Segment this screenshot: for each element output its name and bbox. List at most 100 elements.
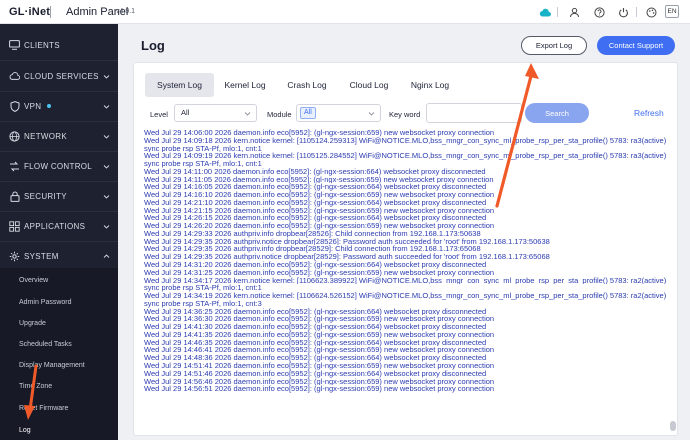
chevron-down-icon bbox=[368, 112, 375, 116]
submenu-item-admin-password[interactable]: Admin Password bbox=[19, 299, 72, 306]
scroll-thumb[interactable] bbox=[670, 421, 676, 431]
log-line: Wed Jul 29 14:16:05 2026 daemon.info eco… bbox=[144, 183, 487, 192]
module-tag: All bbox=[300, 107, 316, 119]
log-line: sync probe rsp STA-Pf, mlo:1, cnt:3 bbox=[144, 299, 262, 308]
log-line: Wed Jul 29 14:56:51 2026 daemon.info eco… bbox=[144, 385, 495, 394]
keyword-label: Key word bbox=[389, 110, 421, 119]
submenu-item-log[interactable]: Log bbox=[19, 427, 31, 434]
log-scrollbar[interactable] bbox=[670, 125, 676, 431]
log-line: Wed Jul 29 14:29:35 2026 authpriv.info d… bbox=[144, 245, 481, 254]
log-line: Wed Jul 29 14:48:36 2026 daemon.info eco… bbox=[144, 354, 487, 362]
chevron-down-icon bbox=[103, 74, 110, 79]
power-icon[interactable] bbox=[617, 6, 629, 18]
network-icon bbox=[9, 130, 20, 142]
log-content: Wed Jul 29 14:06:00 2026 daemon.info eco… bbox=[144, 129, 677, 423]
log-line: sync probe rsp STA-Pf, mlo:1, cnt:1 bbox=[144, 284, 262, 293]
sidebar-item-vpn[interactable]: VPN bbox=[0, 91, 118, 121]
chevron-down-icon bbox=[244, 112, 251, 116]
monitor-icon bbox=[9, 40, 20, 51]
language-selector[interactable]: EN bbox=[665, 5, 679, 18]
tab-cloud-log[interactable]: Cloud Log bbox=[345, 73, 393, 97]
log-line: Wed Jul 29 14:46:41 2026 daemon.info eco… bbox=[144, 346, 495, 355]
log-line: Wed Jul 29 14:46:35 2026 daemon.info eco… bbox=[144, 338, 487, 347]
log-line: Wed Jul 29 14:34:19 2026 kern.notice ker… bbox=[144, 292, 667, 300]
sidebar-item-label: VPN bbox=[24, 101, 42, 111]
log-line: Wed Jul 29 14:09:18 2026 kern.notice ker… bbox=[144, 136, 667, 145]
theme-icon[interactable] bbox=[645, 6, 657, 18]
log-line: Wed Jul 29 14:56:46 2026 daemon.info eco… bbox=[144, 377, 495, 386]
log-line: Wed Jul 29 14:26:15 2026 daemon.info eco… bbox=[144, 214, 487, 223]
sidebar-item-label: FLOW CONTROL bbox=[24, 161, 93, 171]
log-line: Wed Jul 29 14:41:35 2026 daemon.info eco… bbox=[144, 330, 495, 339]
search-button[interactable]: Search bbox=[525, 103, 589, 123]
log-line: Wed Jul 29 14:11:00 2026 daemon.info eco… bbox=[144, 167, 486, 176]
keyword-input[interactable] bbox=[426, 103, 522, 123]
sidebar-item-applications[interactable]: APPLICATIONS bbox=[0, 211, 118, 241]
flow-icon bbox=[9, 161, 20, 172]
shield-icon bbox=[9, 100, 20, 112]
export-log-button[interactable]: Export Log bbox=[521, 36, 587, 55]
log-line: Wed Jul 29 14:51:41 2026 daemon.info eco… bbox=[144, 361, 495, 370]
log-line: Wed Jul 29 14:34:17 2026 kern.notice ker… bbox=[144, 276, 667, 285]
gear-icon bbox=[9, 251, 20, 262]
sidebar-item-label: APPLICATIONS bbox=[24, 221, 86, 231]
submenu-item-reset-firmware[interactable]: Reset Firmware bbox=[19, 405, 68, 412]
sidebar-item-label: SYSTEM bbox=[24, 251, 59, 261]
submenu-item-time-zone[interactable]: Time Zone bbox=[19, 383, 52, 390]
level-select[interactable]: All bbox=[174, 104, 257, 122]
sidebar-item-system[interactable]: SYSTEM bbox=[0, 241, 118, 271]
refresh-link[interactable]: Refresh bbox=[634, 108, 664, 118]
log-line: Wed Jul 29 14:26:20 2026 daemon.info eco… bbox=[144, 222, 495, 230]
sidebar-item-label: CLIENTS bbox=[24, 40, 60, 50]
sidebar-item-label: SECURITY bbox=[24, 191, 67, 201]
module-select[interactable]: All bbox=[296, 104, 381, 122]
help-icon[interactable] bbox=[593, 6, 605, 18]
logo-divider bbox=[50, 6, 51, 18]
log-line: sync probe rsp STA-Pf, mlo:1, cnt:1 bbox=[144, 144, 262, 153]
tab-nginx-log[interactable]: Nginx Log bbox=[406, 73, 454, 97]
log-line: Wed Jul 29 14:36:25 2026 daemon.info eco… bbox=[144, 307, 487, 316]
level-value: All bbox=[181, 108, 190, 117]
system-submenu: Overview Admin Password Upgrade Schedule… bbox=[0, 268, 118, 440]
chevron-up-icon bbox=[103, 253, 110, 258]
contact-support-button[interactable]: Contact Support bbox=[597, 36, 675, 55]
chevron-down-icon bbox=[103, 194, 110, 199]
cloud-icon bbox=[9, 71, 20, 82]
tab-kernel-log[interactable]: Kernel Log bbox=[218, 73, 272, 97]
logo: GL·iNet bbox=[9, 6, 51, 18]
sidebar-item-security[interactable]: SECURITY bbox=[0, 181, 118, 211]
page-title: Log bbox=[141, 38, 165, 53]
submenu-item-upgrade[interactable]: Upgrade bbox=[19, 320, 46, 327]
submenu-item-display-management[interactable]: Display Management bbox=[19, 362, 85, 369]
submenu-item-scheduled-tasks[interactable]: Scheduled Tasks bbox=[19, 341, 72, 348]
log-line: Wed Jul 29 14:31:20 2026 daemon.info eco… bbox=[144, 261, 487, 269]
sidebar-item-network[interactable]: NETWORK bbox=[0, 121, 118, 151]
log-line: Wed Jul 29 14:16:10 2026 daemon.info eco… bbox=[144, 191, 495, 199]
log-line: Wed Jul 29 14:29:33 2026 authpriv.info d… bbox=[144, 229, 481, 238]
module-label: Module bbox=[267, 110, 292, 119]
sidebar-item-flow-control[interactable]: FLOW CONTROL bbox=[0, 151, 118, 181]
user-icon[interactable] bbox=[568, 6, 580, 18]
log-line: sync probe rsp STA-Pf, mlo:1, cnt:1 bbox=[144, 160, 262, 168]
chevron-down-icon bbox=[103, 224, 110, 229]
log-line: Wed Jul 29 14:11:05 2026 daemon.info eco… bbox=[144, 175, 494, 184]
sidebar-item-label: CLOUD SERVICES bbox=[24, 71, 99, 81]
chevron-down-icon bbox=[103, 104, 110, 109]
apps-icon bbox=[9, 220, 20, 232]
log-line: Wed Jul 29 14:29:35 2026 authpriv.notice… bbox=[144, 237, 550, 246]
tab-system-log[interactable]: System Log bbox=[145, 73, 214, 97]
tab-crash-log[interactable]: Crash Log bbox=[282, 73, 332, 97]
sidebar-item-clients[interactable]: CLIENTS bbox=[0, 30, 118, 60]
toolbar-divider bbox=[557, 7, 558, 17]
sidebar-item-cloud-services[interactable]: CLOUD SERVICES bbox=[0, 61, 118, 91]
log-line: Wed Jul 29 14:09:19 2026 kern.notice ker… bbox=[144, 152, 667, 161]
level-label: Level bbox=[150, 110, 168, 119]
log-line: Wed Jul 29 14:21:10 2026 daemon.info eco… bbox=[144, 198, 487, 207]
log-line: Wed Jul 29 14:21:15 2026 daemon.info eco… bbox=[144, 206, 495, 215]
submenu-item-overview[interactable]: Overview bbox=[19, 277, 48, 284]
log-line: Wed Jul 29 14:29:35 2026 authpriv.notice… bbox=[144, 253, 550, 262]
log-line: Wed Jul 29 14:36:30 2026 daemon.info eco… bbox=[144, 315, 495, 324]
cloud-icon[interactable] bbox=[539, 6, 551, 18]
log-line: Wed Jul 29 14:31:25 2026 daemon.info eco… bbox=[144, 268, 495, 277]
chevron-down-icon bbox=[103, 164, 110, 169]
